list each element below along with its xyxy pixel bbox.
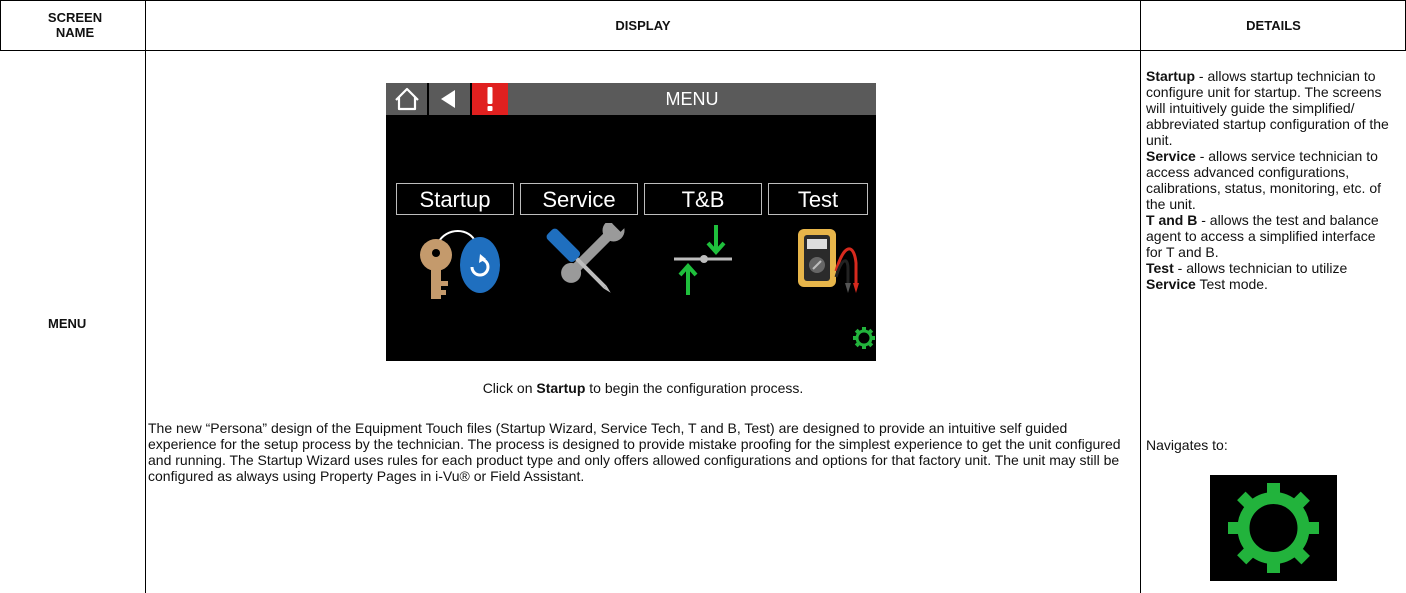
test-tile-label[interactable]: Test — [768, 183, 868, 215]
table-header-divider — [0, 50, 1406, 51]
navigates-gear-icon — [1210, 475, 1337, 581]
alert-icon[interactable] — [472, 83, 508, 115]
column-divider-1 — [145, 0, 146, 593]
gear-icon[interactable] — [852, 326, 876, 355]
header-display: DISPLAY — [615, 17, 671, 33]
key-fob-icon[interactable] — [410, 223, 506, 308]
details-service: Service - allows service technician to a… — [1146, 148, 1394, 212]
details-text: Test mode. — [1195, 276, 1268, 292]
details-term: Test — [1146, 260, 1174, 276]
details-cell: Startup - allows startup technician to c… — [1146, 68, 1394, 292]
header-details: DETAILS — [1246, 17, 1301, 33]
details-tandb: T and B - allows the test and balance ag… — [1146, 212, 1394, 260]
table-border-left — [0, 0, 1, 51]
details-term: Service — [1146, 276, 1196, 292]
navigates-to-label: Navigates to: — [1146, 437, 1228, 453]
back-arrow-icon[interactable] — [428, 83, 470, 115]
caption-text: to begin the configuration process. — [585, 380, 804, 396]
caption-bold-startup: Startup — [536, 380, 586, 396]
tb-tile-label[interactable]: T&B — [644, 183, 762, 215]
caption-text: Click on — [482, 380, 537, 396]
device-screen: MENU Startup Service T&B Test — [386, 83, 876, 361]
details-term: Service — [1146, 148, 1196, 164]
screwdriver-wrench-icon[interactable] — [536, 216, 628, 308]
details-text: - allows technician to utilize — [1173, 260, 1348, 276]
details-term: T and B — [1146, 212, 1198, 228]
startup-tile-label[interactable]: Startup — [396, 183, 514, 215]
header-screen-name: SCREEN NAME — [47, 10, 103, 40]
balance-arrows-icon[interactable] — [668, 223, 740, 308]
persona-description: The new “Persona” design of the Equipmen… — [148, 420, 1121, 484]
multimeter-icon[interactable] — [796, 223, 866, 308]
display-caption: Click on Startup to begin the configurat… — [146, 380, 1140, 396]
details-test: Test - allows technician to utilize Serv… — [1146, 260, 1394, 292]
column-divider-2 — [1140, 0, 1141, 593]
home-icon[interactable] — [386, 83, 428, 115]
details-term: Startup — [1146, 68, 1195, 84]
device-title: MENU — [665, 89, 719, 109]
screen-name-cell: MENU — [48, 316, 87, 331]
details-startup: Startup - allows startup technician to c… — [1146, 68, 1394, 148]
service-tile-label[interactable]: Service — [520, 183, 638, 215]
